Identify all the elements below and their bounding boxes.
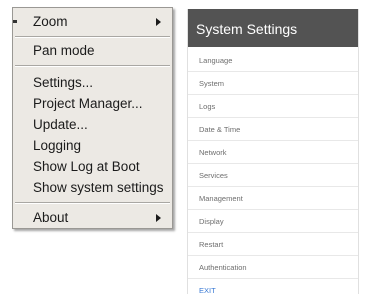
settings-item-network[interactable]: Network [188, 141, 358, 164]
menu-item-about[interactable]: About [13, 208, 172, 228]
menu-separator [15, 202, 170, 204]
menu-item-settings[interactable]: Settings... [13, 73, 172, 93]
menu-item-logging[interactable]: Logging [13, 136, 172, 156]
menu-item-label: Project Manager... [33, 96, 143, 111]
submenu-arrow-icon [156, 214, 161, 222]
settings-item-language[interactable]: Language [188, 49, 358, 72]
menu-separator [15, 65, 170, 67]
menu-item-zoom[interactable]: Zoom [13, 12, 172, 32]
settings-title: System Settings [188, 9, 358, 47]
settings-item-restart[interactable]: Restart [188, 233, 358, 256]
settings-item-logs[interactable]: Logs [188, 95, 358, 118]
menu-item-pan-mode[interactable]: Pan mode [13, 41, 172, 61]
settings-item-date-time[interactable]: Date & Time [188, 118, 358, 141]
settings-item-services[interactable]: Services [188, 164, 358, 187]
menu-item-label: Zoom [33, 14, 68, 29]
menu-item-project-manager[interactable]: Project Manager... [13, 94, 172, 114]
menu-item-show-system-settings[interactable]: Show system settings [13, 178, 172, 198]
settings-item-display[interactable]: Display [188, 210, 358, 233]
settings-item-authentication[interactable]: Authentication [188, 256, 358, 279]
menu-item-label: Settings... [33, 75, 94, 90]
menu-item-show-log-at-boot[interactable]: Show Log at Boot [13, 157, 172, 177]
menu-item-update[interactable]: Update... [13, 115, 172, 135]
submenu-arrow-icon [156, 18, 161, 26]
menu-item-label: About [33, 210, 69, 225]
menu-item-label: Update... [33, 117, 88, 132]
menu-item-label: Pan mode [33, 43, 95, 58]
menu-item-label: Show system settings [33, 180, 164, 195]
settings-item-system[interactable]: System [188, 72, 358, 95]
menu-item-label: Logging [33, 138, 82, 153]
settings-item-exit[interactable]: EXIT [188, 279, 358, 302]
menu-item-label: Show Log at Boot [33, 159, 140, 174]
system-settings-panel: System Settings Language System Logs Dat… [187, 9, 359, 295]
settings-item-management[interactable]: Management [188, 187, 358, 210]
menu-separator [15, 36, 170, 38]
context-menu: Zoom Pan mode Settings... Project Manage… [12, 7, 173, 229]
